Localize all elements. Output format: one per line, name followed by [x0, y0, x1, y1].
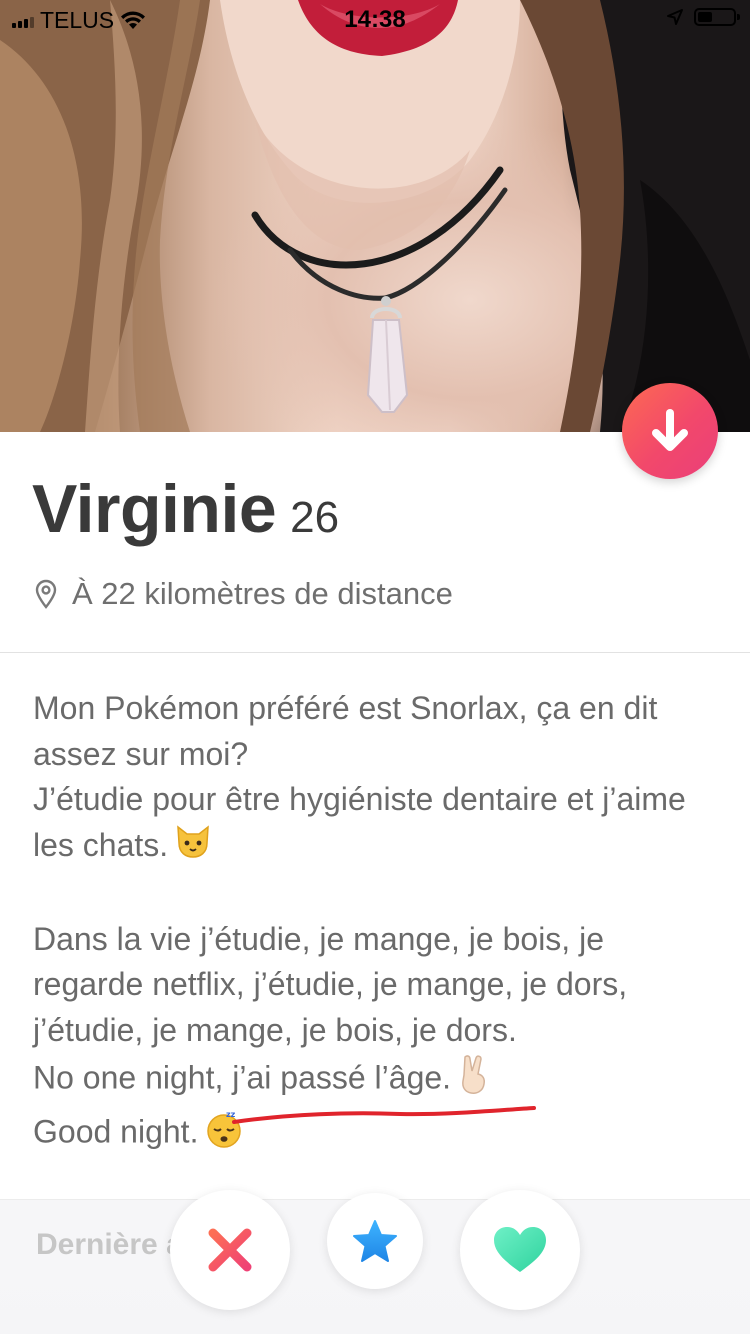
- arrow-down-icon: [652, 409, 688, 451]
- heart-icon: [494, 1227, 546, 1272]
- superlike-button[interactable]: [327, 1193, 423, 1289]
- like-button[interactable]: [460, 1190, 580, 1310]
- distance-row: À 22 kilomètres de distance: [34, 576, 453, 612]
- nope-button[interactable]: [170, 1190, 290, 1310]
- location-pin-icon: [35, 579, 57, 609]
- photo-illustration: [0, 0, 750, 432]
- profile-bio: Mon Pokémon préféré est Snorlax, ça en d…: [33, 686, 723, 1160]
- profile-header: Virginie 26: [32, 470, 339, 548]
- distance-label: À 22 kilomètres de distance: [72, 576, 453, 611]
- profile-age: 26: [290, 493, 340, 542]
- red-annotation-line: [232, 1106, 536, 1124]
- cat-face-emoji: [174, 823, 212, 872]
- clock: 14:38: [344, 6, 406, 33]
- collapse-profile-button[interactable]: [622, 383, 718, 479]
- section-divider: [0, 652, 750, 653]
- bio-line: Dans la vie j’étudie, je mange, je bois,…: [33, 920, 628, 1048]
- bio-line: J’étudie pour être hygiéniste dentaire e…: [33, 777, 723, 871]
- x-icon: [208, 1228, 252, 1272]
- profile-photo[interactable]: [0, 0, 750, 432]
- bio-line: Mon Pokémon préféré est Snorlax, ça en d…: [33, 690, 658, 772]
- status-bar: TELUS 14:38: [0, 0, 750, 40]
- star-icon: [353, 1220, 397, 1262]
- battery-icon: [694, 8, 740, 26]
- bio-spacer: [33, 871, 723, 917]
- location-arrow-icon: [667, 9, 683, 25]
- profile-name: Virginie: [32, 471, 277, 547]
